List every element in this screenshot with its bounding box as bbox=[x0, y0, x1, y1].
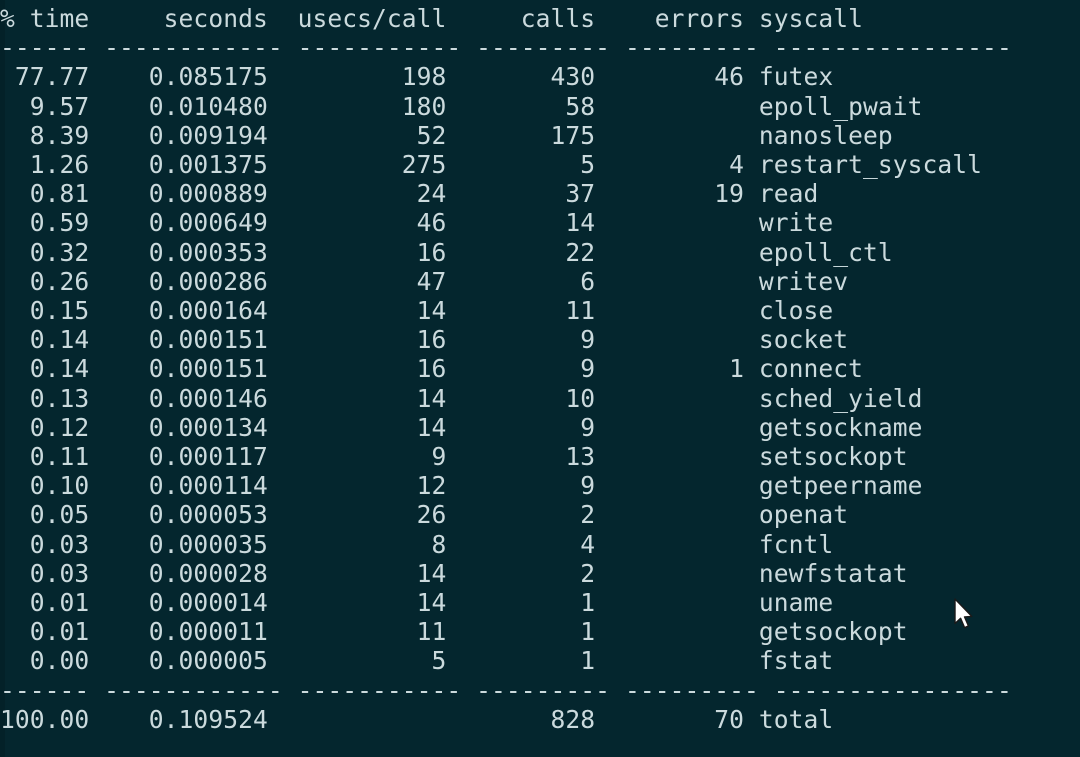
terminal-screen[interactable]: % time seconds usecs/call calls errors s… bbox=[0, 0, 1080, 757]
strace-summary-table: % time seconds usecs/call calls errors s… bbox=[0, 4, 1012, 734]
terminal-window: % time seconds usecs/call calls errors s… bbox=[0, 0, 1080, 757]
